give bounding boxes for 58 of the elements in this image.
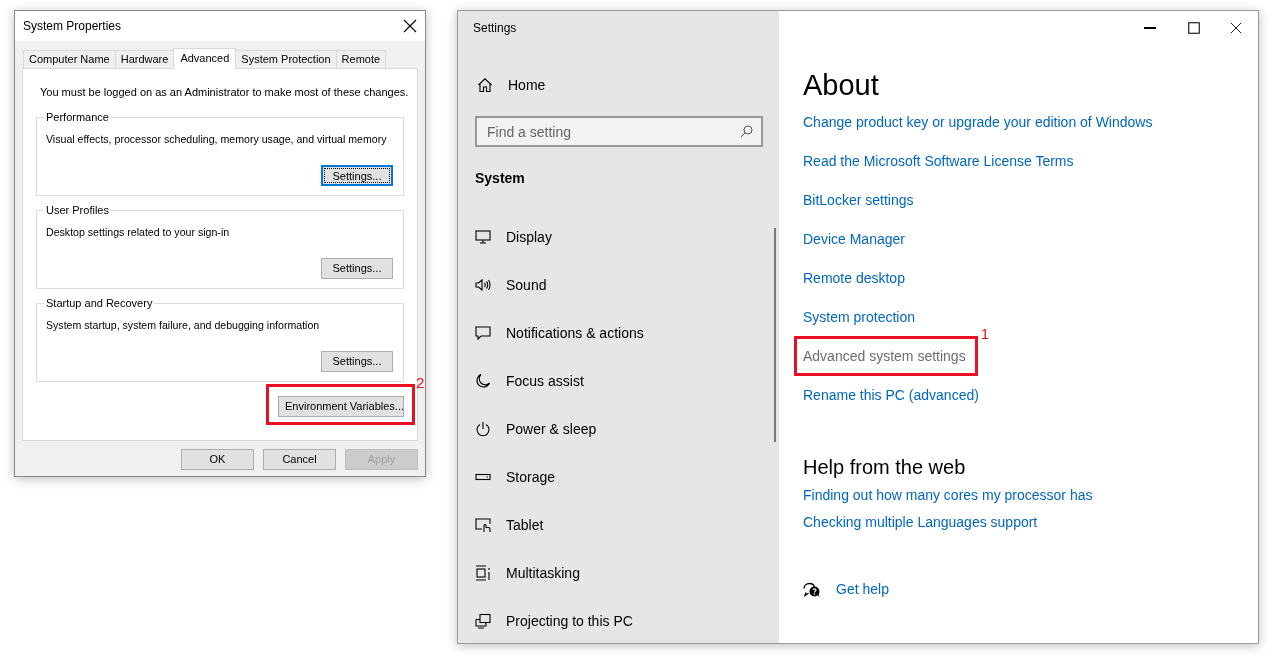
home-icon[interactable] xyxy=(477,77,493,93)
annotation-number: 1 xyxy=(980,326,989,341)
section-heading: System xyxy=(474,169,526,188)
annotation-number: 2 xyxy=(416,374,425,390)
get-help-link[interactable]: Get help xyxy=(836,578,889,600)
nav-item[interactable]: Multitasking xyxy=(506,562,580,584)
chat-help-icon xyxy=(803,581,820,597)
settings-link[interactable]: Change product key or upgrade your edition of Windows xyxy=(803,112,1153,133)
settings-link[interactable]: Read the Microsoft Software License Terms xyxy=(803,151,1074,172)
tab[interactable]: Computer Name xyxy=(23,50,116,68)
minimize-icon[interactable] xyxy=(1142,27,1158,29)
nav-item[interactable]: Sound xyxy=(506,274,547,296)
tab[interactable]: System Protection xyxy=(235,50,337,68)
section-heading: Help from the web xyxy=(803,455,967,480)
nav-item[interactable]: Storage xyxy=(506,466,556,488)
home-link[interactable]: Home xyxy=(508,74,546,96)
close-icon[interactable] xyxy=(403,19,417,33)
dialog-button[interactable]: Cancel xyxy=(263,449,336,470)
nav-item[interactable]: Power & sleep xyxy=(506,418,597,440)
tablet-icon xyxy=(475,517,491,533)
group-description: Desktop settings related to your sign-in xyxy=(46,224,230,240)
nav-item[interactable]: Notifications & actions xyxy=(506,322,644,344)
page-title: About xyxy=(803,68,880,103)
settings-link[interactable]: Advanced system settings xyxy=(803,346,966,367)
group-description: Visual effects, processor scheduling, memory usage, and virtual memory xyxy=(46,131,387,147)
dialog-button[interactable]: OK xyxy=(181,449,254,470)
settings-button[interactable]: Settings... xyxy=(321,164,393,186)
speech-bubble-icon xyxy=(475,325,491,341)
search-icon[interactable] xyxy=(740,125,753,138)
nav-item[interactable]: Display xyxy=(506,226,552,248)
settings-link[interactable]: BitLocker settings xyxy=(803,190,914,211)
speaker-icon xyxy=(475,277,491,293)
help-link[interactable]: Checking multiple Languages support xyxy=(803,512,1038,533)
close-icon[interactable] xyxy=(1230,22,1242,34)
window-title: Settings xyxy=(472,20,518,37)
environment-variables-button[interactable]: Environment Variables... xyxy=(278,395,404,417)
settings-button[interactable]: Settings... xyxy=(321,350,393,372)
nav-item[interactable]: Tablet xyxy=(506,514,544,536)
maximize-icon[interactable] xyxy=(1188,22,1200,34)
window-title: System Properties xyxy=(23,18,122,35)
nav-item[interactable]: Focus assist xyxy=(506,370,584,392)
settings-button[interactable]: Settings... xyxy=(321,257,393,279)
scrollbar[interactable] xyxy=(774,228,776,442)
tab[interactable]: Remote xyxy=(335,50,387,68)
nav-item[interactable]: Projecting to this PC xyxy=(506,610,633,632)
group-description: System startup, system failure, and debugging information xyxy=(46,317,320,333)
multitasking-icon xyxy=(475,565,491,581)
moon-icon xyxy=(475,373,491,389)
search-field[interactable]: Find a setting xyxy=(475,116,763,147)
settings-link[interactable]: Rename this PC (advanced) xyxy=(803,385,979,406)
projector-icon xyxy=(475,613,491,629)
help-link[interactable]: Finding out how many cores my processor has xyxy=(803,485,1093,506)
power-icon xyxy=(475,421,491,437)
monitor-icon xyxy=(475,229,491,245)
tab[interactable]: Advanced xyxy=(173,48,237,69)
settings-link[interactable]: Remote desktop xyxy=(803,268,905,289)
settings-link[interactable]: System protection xyxy=(803,307,916,328)
settings-link[interactable]: Device Manager xyxy=(803,229,905,250)
